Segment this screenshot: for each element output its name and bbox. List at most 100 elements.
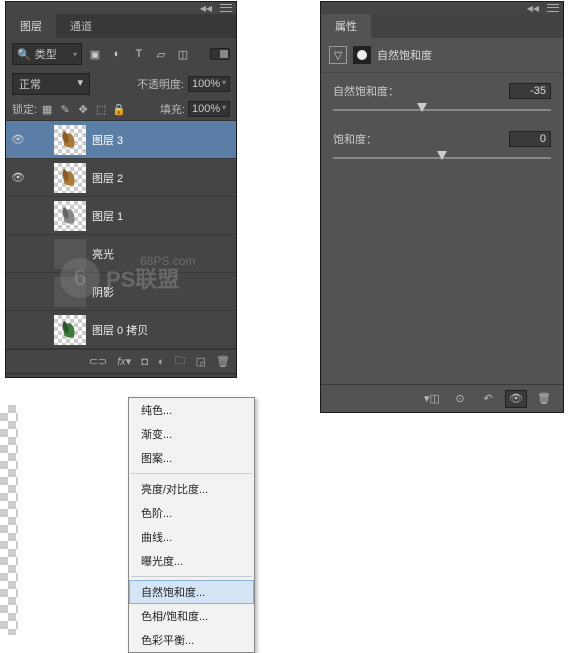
layer-thumbnail[interactable] bbox=[54, 277, 86, 307]
opacity-value: 100% bbox=[192, 78, 220, 90]
previous-icon[interactable]: ⊙ bbox=[449, 390, 471, 408]
layer-thumbnail[interactable] bbox=[54, 163, 86, 193]
filter-pixel-icon[interactable]: ▣ bbox=[86, 46, 104, 62]
panel-menu-icon[interactable] bbox=[547, 3, 559, 13]
mask-icon[interactable]: ◘ bbox=[141, 356, 148, 368]
ctx-levels[interactable]: 色阶... bbox=[129, 501, 254, 525]
properties-header: ▽ 自然饱和度 bbox=[321, 38, 563, 73]
layer-name: 阴影 bbox=[92, 284, 114, 300]
layer-name: 图层 3 bbox=[92, 132, 123, 148]
lock-position-icon[interactable]: ✥ bbox=[76, 103, 90, 116]
layer-list: 👁 图层 3 👁 图层 2 图层 1 亮光 阴影 bbox=[6, 121, 236, 349]
filter-type-dropdown[interactable]: 🔍 类型 ▾ bbox=[12, 43, 82, 65]
panel-tabs: 属性 bbox=[321, 14, 563, 38]
lock-artboard-icon[interactable]: ⬚ bbox=[94, 103, 108, 116]
trash-icon[interactable]: 🗑 bbox=[216, 355, 230, 368]
layer-row[interactable]: 👁 图层 2 bbox=[6, 159, 236, 197]
ctx-brightness-contrast[interactable]: 亮度/对比度... bbox=[129, 477, 254, 501]
visibility-icon[interactable]: 👁 bbox=[505, 390, 527, 408]
panel-tabs: 图层 通道 bbox=[6, 14, 236, 38]
new-layer-icon[interactable]: ◲ bbox=[196, 355, 206, 368]
layer-row[interactable]: 👁 图层 3 bbox=[6, 121, 236, 159]
opacity-input[interactable]: 100% ▾ bbox=[188, 76, 230, 92]
lock-icons: ▦ ✎ ✥ ⬚ 🔒 bbox=[40, 103, 126, 116]
ctx-exposure[interactable]: 曝光度... bbox=[129, 549, 254, 573]
filter-shape-icon[interactable]: ▱ bbox=[152, 46, 170, 62]
opacity-label: 不透明度: bbox=[137, 76, 184, 92]
layer-filter-row: 🔍 类型 ▾ ▣ ◐ T ▱ ◫ bbox=[6, 38, 236, 70]
layer-name: 图层 1 bbox=[92, 208, 123, 224]
adjustment-icon[interactable]: ◐ bbox=[158, 356, 165, 368]
layer-row[interactable]: 图层 1 bbox=[6, 197, 236, 235]
saturation-slider[interactable] bbox=[333, 151, 551, 165]
mask-icon[interactable] bbox=[353, 46, 371, 64]
saturation-value[interactable]: 0 bbox=[509, 131, 551, 147]
properties-title: 自然饱和度 bbox=[377, 47, 432, 63]
trash-icon[interactable]: 🗑 bbox=[533, 390, 555, 408]
adjustment-context-menu: 纯色... 渐变... 图案... 亮度/对比度... 色阶... 曲线... … bbox=[128, 397, 255, 653]
lock-paint-icon[interactable]: ✎ bbox=[58, 103, 72, 116]
panel-resize-edge[interactable] bbox=[6, 373, 236, 377]
filter-text-icon[interactable]: T bbox=[130, 46, 148, 62]
ctx-color-balance[interactable]: 色彩平衡... bbox=[129, 628, 254, 652]
layer-name: 图层 2 bbox=[92, 170, 123, 186]
lock-label: 锁定: bbox=[12, 101, 37, 117]
fill-input[interactable]: 100% ▾ bbox=[188, 101, 230, 117]
reset-icon[interactable]: ↶ bbox=[477, 390, 499, 408]
clip-icon[interactable]: ▾◫ bbox=[421, 390, 443, 408]
lock-all-icon[interactable]: 🔒 bbox=[112, 103, 126, 116]
fill-value: 100% bbox=[192, 103, 220, 115]
ctx-separator bbox=[131, 473, 252, 474]
panel-topbar: ◀◀ bbox=[6, 2, 236, 14]
saturation-label: 饱和度： bbox=[333, 131, 377, 147]
link-layers-icon[interactable]: ⊂⊃ bbox=[89, 355, 107, 368]
layer-thumbnail[interactable] bbox=[54, 315, 86, 345]
tab-properties[interactable]: 属性 bbox=[321, 14, 371, 38]
vibrance-slider[interactable] bbox=[333, 103, 551, 117]
layer-name: 图层 0 拷贝 bbox=[92, 322, 148, 338]
layers-bottom-bar: ⊂⊃ fx▾ ◘ ◐ 🗀 ◲ 🗑 bbox=[6, 349, 236, 373]
saturation-group: 饱和度： 0 bbox=[321, 121, 563, 169]
blend-mode-dropdown[interactable]: 正常 ▾ bbox=[12, 73, 90, 95]
ctx-solid-color[interactable]: 纯色... bbox=[129, 398, 254, 422]
fill-label: 填充: bbox=[160, 101, 185, 117]
ctx-pattern[interactable]: 图案... bbox=[129, 446, 254, 470]
layers-panel: ◀◀ 图层 通道 🔍 类型 ▾ ▣ ◐ T ▱ ◫ 正常 ▾ 不透明度: 100… bbox=[5, 1, 237, 378]
collapse-icon[interactable]: ◀◀ bbox=[527, 4, 539, 13]
panel-topbar: ◀◀ bbox=[321, 2, 563, 14]
group-icon[interactable]: 🗀 bbox=[175, 352, 186, 371]
eye-icon[interactable]: 👁 bbox=[11, 171, 25, 184]
chevron-down-icon: ▾ bbox=[77, 76, 83, 92]
filter-adjust-icon[interactable]: ◐ bbox=[108, 46, 126, 62]
panel-menu-icon[interactable] bbox=[220, 3, 232, 13]
fx-icon[interactable]: fx▾ bbox=[117, 355, 131, 368]
ctx-hue-saturation[interactable]: 色相/饱和度... bbox=[129, 604, 254, 628]
tab-layers[interactable]: 图层 bbox=[6, 14, 56, 38]
ctx-separator bbox=[131, 576, 252, 577]
collapse-icon[interactable]: ◀◀ bbox=[200, 4, 212, 13]
ctx-gradient[interactable]: 渐变... bbox=[129, 422, 254, 446]
layer-row[interactable]: 亮光 bbox=[6, 235, 236, 273]
layer-name: 亮光 bbox=[92, 246, 114, 262]
layer-thumbnail[interactable] bbox=[54, 201, 86, 231]
lock-transparency-icon[interactable]: ▦ bbox=[40, 103, 54, 116]
filter-smart-icon[interactable]: ◫ bbox=[174, 46, 192, 62]
chevron-down-icon: ▾ bbox=[73, 50, 77, 59]
canvas-checker-strip bbox=[0, 405, 18, 635]
layer-thumbnail[interactable] bbox=[54, 125, 86, 155]
adjustment-type-icon: ▽ bbox=[329, 46, 347, 64]
vibrance-label: 自然饱和度： bbox=[333, 83, 399, 99]
vibrance-value[interactable]: -35 bbox=[509, 83, 551, 99]
eye-icon[interactable]: 👁 bbox=[11, 133, 25, 146]
search-icon: 🔍 bbox=[17, 48, 31, 61]
ctx-curves[interactable]: 曲线... bbox=[129, 525, 254, 549]
filter-type-label: 类型 bbox=[35, 46, 57, 62]
layer-thumbnail[interactable] bbox=[54, 239, 86, 269]
ctx-vibrance[interactable]: 自然饱和度... bbox=[129, 580, 254, 604]
blend-opacity-row: 正常 ▾ 不透明度: 100% ▾ bbox=[6, 70, 236, 98]
tab-channels[interactable]: 通道 bbox=[56, 14, 106, 38]
layer-row[interactable]: 图层 0 拷贝 bbox=[6, 311, 236, 349]
chevron-down-icon: ▾ bbox=[222, 78, 226, 90]
filter-toggle[interactable] bbox=[210, 48, 230, 60]
layer-row[interactable]: 阴影 bbox=[6, 273, 236, 311]
